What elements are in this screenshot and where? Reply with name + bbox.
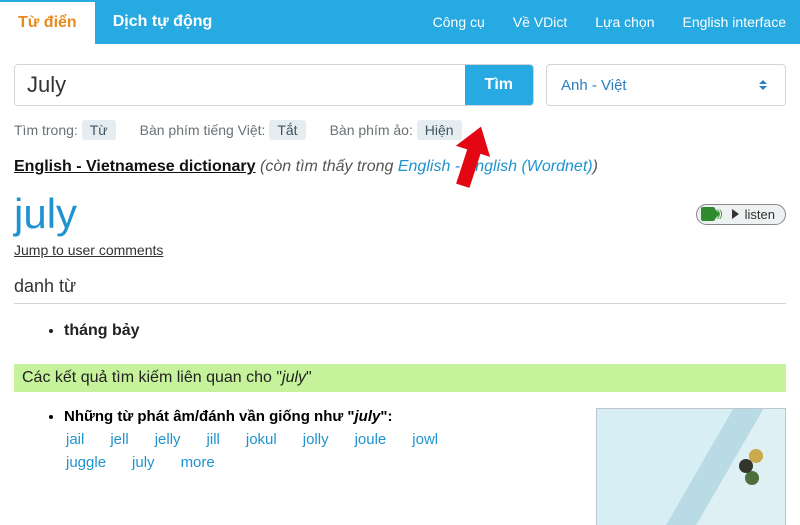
language-select-value: Anh - Việt [561, 77, 627, 94]
listen-button[interactable]: )) listen [696, 204, 786, 225]
related-word[interactable]: juggle [66, 454, 106, 471]
dictionary-name-link[interactable]: English - Vietnamese dictionary [14, 158, 256, 175]
nav-options[interactable]: Lựa chọn [581, 0, 668, 44]
updown-caret-icon [755, 80, 771, 90]
related-word[interactable]: more [181, 454, 215, 471]
search-button[interactable]: Tìm [465, 65, 533, 105]
search-options-row: Tìm trong: Từ Bàn phím tiếng Việt: Tắt B… [0, 122, 800, 158]
dictionary-paren: (còn tìm thấy trong English - English (W… [260, 158, 598, 175]
related-left: Những từ phát âm/đánh vần giống như "jul… [14, 408, 576, 525]
opt-virtual-keyboard-value[interactable]: Hiện [417, 120, 462, 140]
alt-dictionary-link[interactable]: English - English (Wordnet) [398, 158, 593, 175]
search-row: Tìm Anh - Việt [0, 44, 800, 122]
related-word[interactable]: jail [66, 431, 84, 448]
speaker-icon: )) [701, 207, 722, 221]
dictionary-line: English - Vietnamese dictionary (còn tìm… [14, 158, 786, 176]
related-words-row2: juggle july more [64, 454, 576, 471]
related-word[interactable]: jolly [303, 431, 329, 448]
related-word[interactable]: july [132, 454, 155, 471]
search-group: Tìm [14, 64, 534, 106]
language-select[interactable]: Anh - Việt [546, 64, 786, 106]
tab-dictionary-label: Từ điển [18, 14, 77, 32]
related-words-row1: jail jell jelly jill jokul jolly joule j… [64, 431, 576, 448]
opt-searchin: Tìm trong: Từ [14, 122, 116, 138]
nav-english-interface[interactable]: English interface [668, 0, 800, 44]
related-list: Những từ phát âm/đánh vần giống như "jul… [14, 408, 576, 471]
listen-label: listen [745, 207, 775, 222]
headword-row: july )) listen [14, 190, 786, 238]
search-input[interactable] [15, 65, 465, 105]
related-word[interactable]: jowl [412, 431, 438, 448]
play-icon [732, 209, 739, 219]
headword: july [14, 190, 77, 238]
top-tabs: Từ điển Dịch tự động Công cụ Về VDict Lự… [0, 0, 800, 44]
related-word[interactable]: jokul [246, 431, 277, 448]
definition-item: tháng bảy [64, 322, 786, 340]
nav-about[interactable]: Về VDict [499, 0, 581, 44]
related-word[interactable]: jelly [155, 431, 181, 448]
jump-to-comments-link[interactable]: Jump to user comments [14, 242, 163, 258]
content: English - Vietnamese dictionary (còn tìm… [0, 158, 800, 525]
tab-spacer [230, 0, 418, 44]
related-results-heading: Các kết quả tìm kiếm liên quan cho "july… [14, 364, 786, 392]
tab-translate[interactable]: Dịch tự động [95, 0, 231, 44]
opt-searchin-value[interactable]: Từ [82, 120, 116, 140]
tab-translate-label: Dịch tự động [113, 13, 213, 31]
related-group-title: Những từ phát âm/đánh vần giống như "jul… [64, 408, 392, 425]
sidebar-thumbnail[interactable] [596, 408, 786, 525]
nav-tools[interactable]: Công cụ [419, 0, 499, 44]
part-of-speech: danh từ [14, 260, 786, 304]
related-word[interactable]: jell [110, 431, 128, 448]
opt-viet-keyboard: Bàn phím tiếng Việt: Tắt [140, 122, 306, 138]
definitions-list: tháng bảy [14, 322, 786, 340]
opt-virtual-keyboard: Bàn phím ảo: Hiện [330, 122, 462, 138]
tab-dictionary[interactable]: Từ điển [0, 0, 95, 44]
opt-viet-keyboard-value[interactable]: Tắt [269, 120, 305, 140]
related-body: Những từ phát âm/đánh vần giống như "jul… [14, 408, 786, 525]
related-word[interactable]: joule [355, 431, 387, 448]
related-word[interactable]: jill [207, 431, 220, 448]
related-group: Những từ phát âm/đánh vần giống như "jul… [64, 408, 576, 471]
